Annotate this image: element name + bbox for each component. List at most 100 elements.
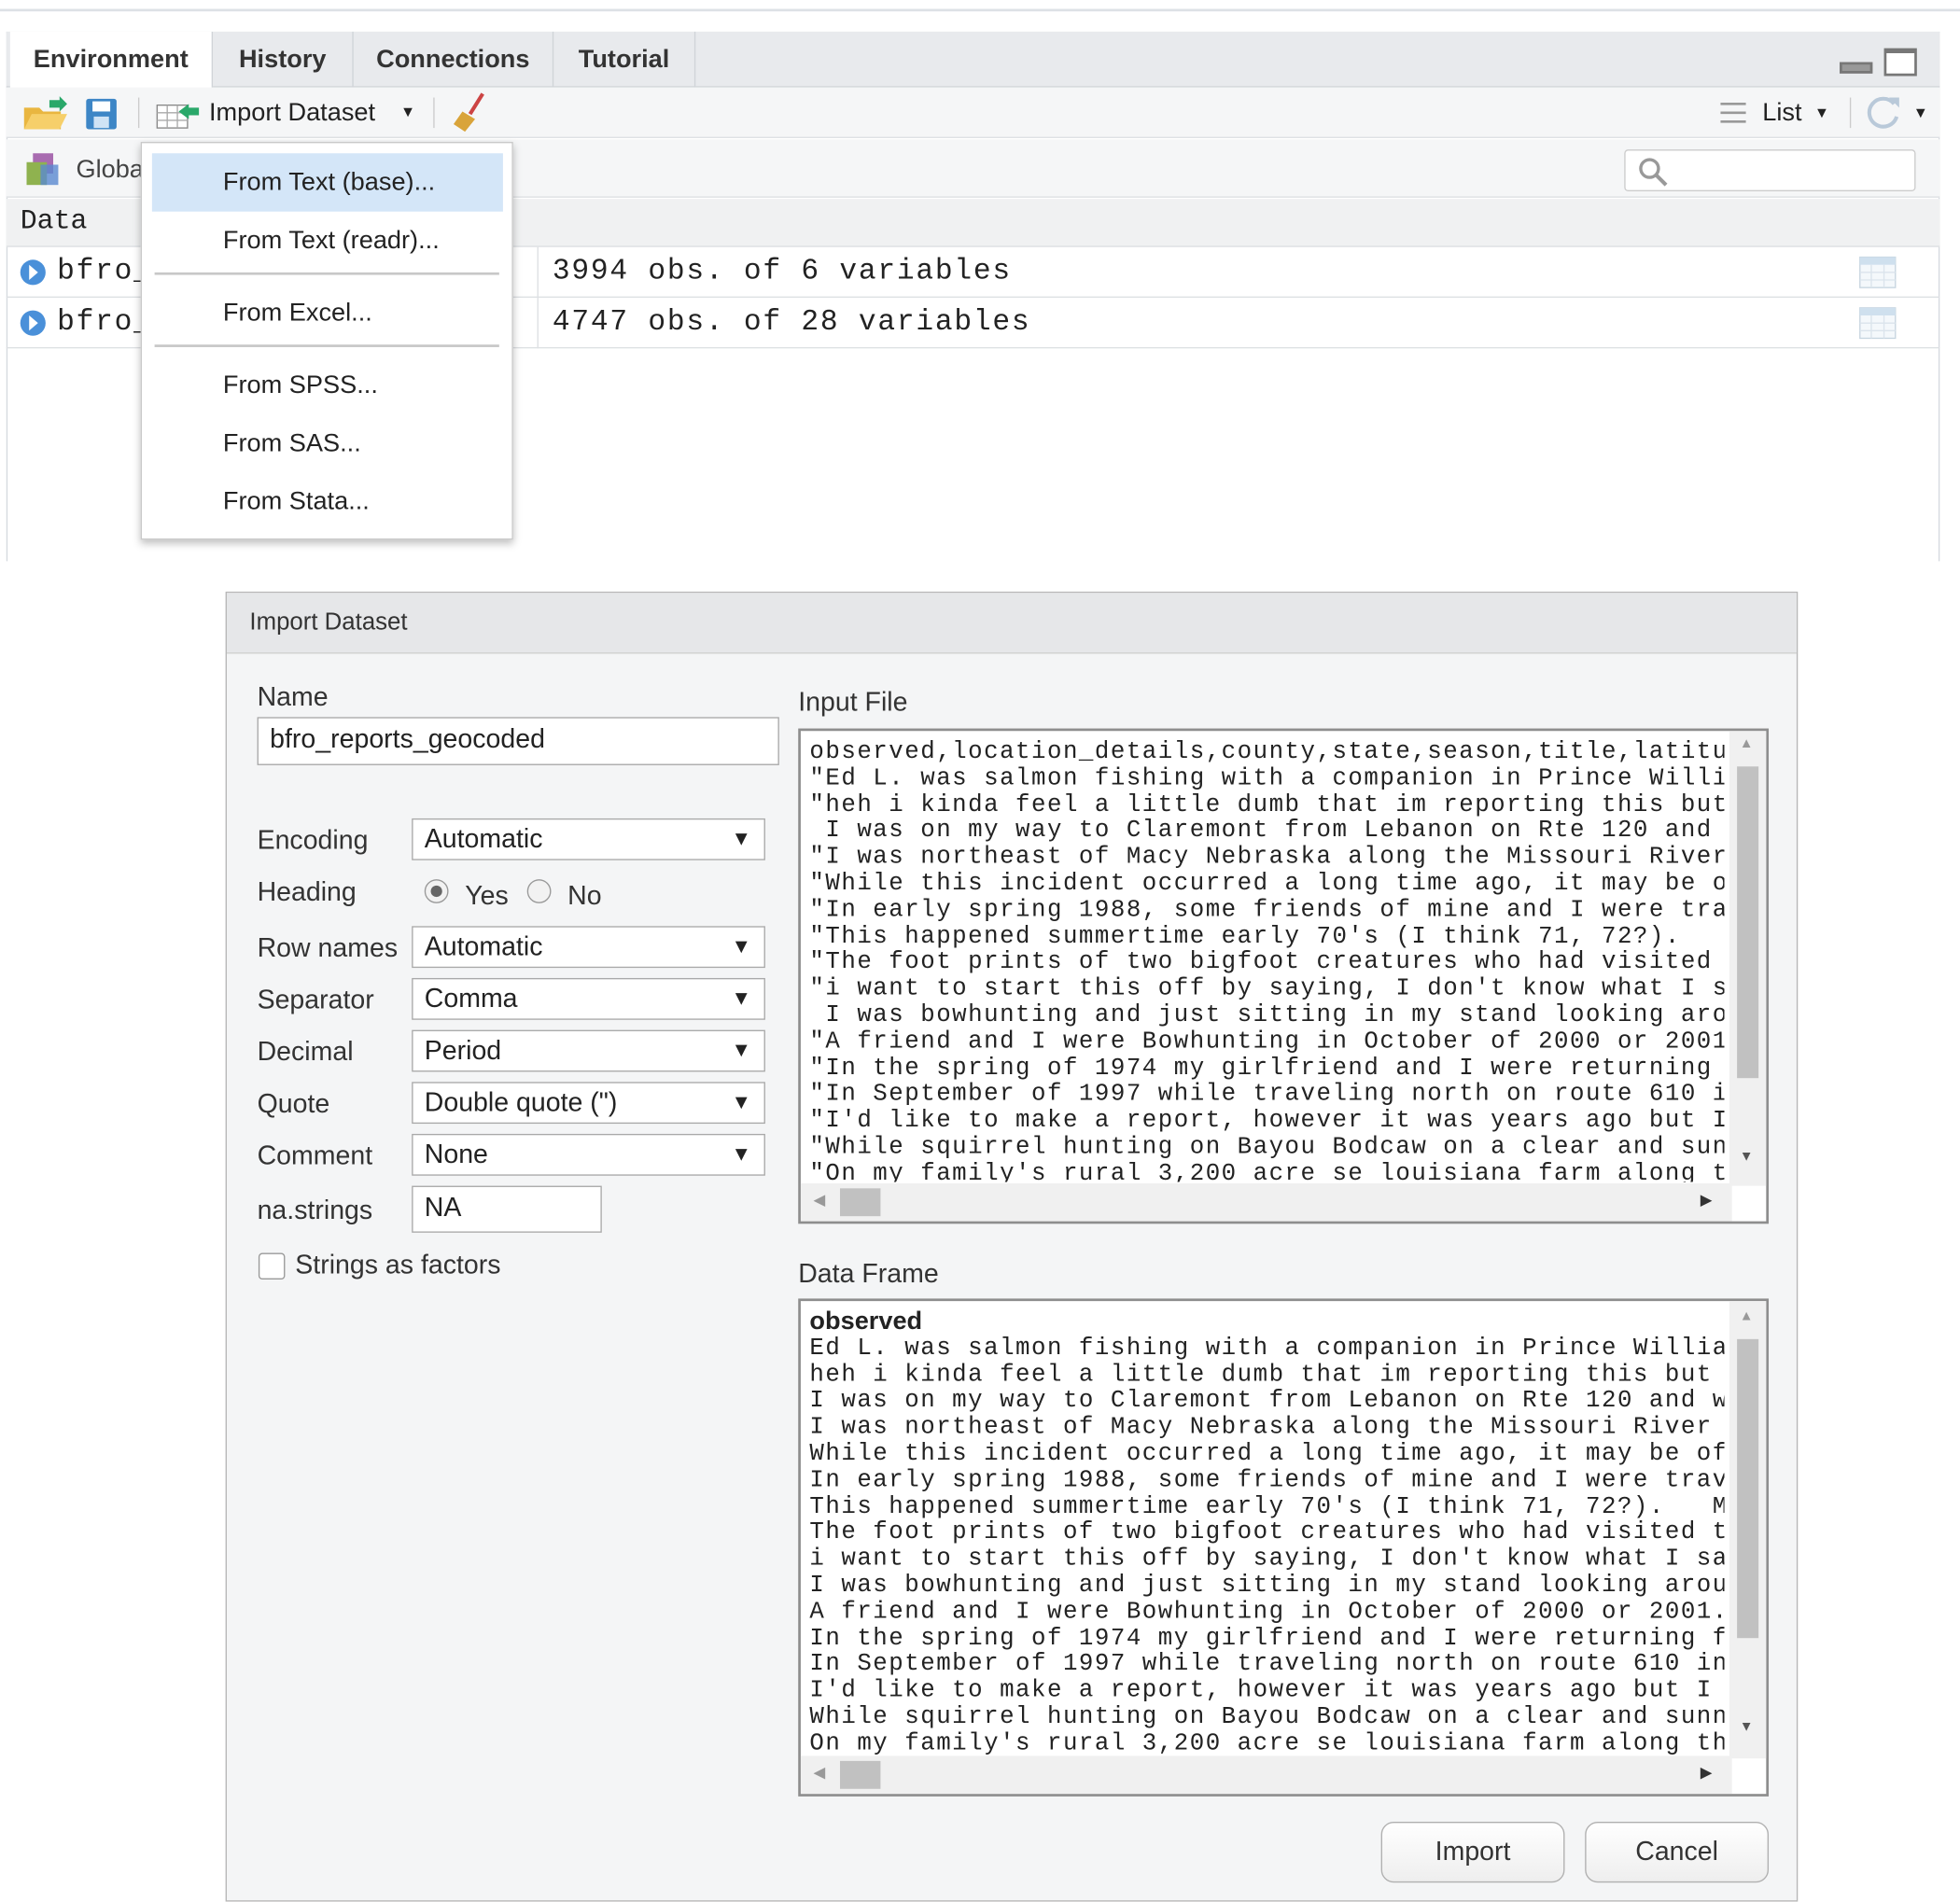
scroll-right-icon[interactable]: ▶: [1701, 1191, 1713, 1209]
scroll-up-icon[interactable]: ▲: [1740, 1308, 1754, 1323]
heading-label: Heading: [257, 877, 357, 907]
encoding-value: Automatic: [424, 824, 543, 854]
data-frame-text: Ed L. was salmon fishing with a companio…: [809, 1334, 1724, 1755]
grid-icon[interactable]: [1858, 256, 1897, 288]
object-value: 3994 obs. of 6 variables: [552, 254, 1012, 288]
separator-label: Separator: [257, 986, 374, 1015]
quote-select[interactable]: Double quote (") ▼: [412, 1082, 765, 1125]
separator-select[interactable]: Comma ▼: [412, 977, 765, 1020]
search-input[interactable]: [1624, 149, 1916, 191]
import-button[interactable]: Import: [1380, 1822, 1565, 1883]
heading-yes-radio[interactable]: [424, 879, 449, 903]
comment-select[interactable]: None ▼: [412, 1133, 765, 1176]
grid-icon[interactable]: [1858, 307, 1897, 340]
broom-icon[interactable]: [450, 91, 490, 134]
column-divider: [537, 298, 539, 349]
scrollbar-thumb[interactable]: [1737, 1338, 1759, 1639]
refresh-icon[interactable]: [1865, 93, 1903, 132]
column-divider: [537, 246, 539, 299]
decimal-value: Period: [424, 1036, 502, 1066]
toolbar-divider: [137, 97, 140, 129]
menu-item-from-sas[interactable]: From SAS...: [152, 414, 503, 472]
menu-item-from-text-base[interactable]: From Text (base)...: [151, 153, 503, 212]
list-icon: [1720, 102, 1746, 123]
row-names-select[interactable]: Automatic ▼: [412, 926, 765, 969]
encoding-label: Encoding: [257, 826, 369, 856]
dropdown-arrow-icon: ▼: [731, 936, 751, 958]
vertical-scrollbar[interactable]: ▲ ▼: [1729, 1301, 1767, 1759]
na-strings-input[interactable]: NA: [412, 1185, 602, 1233]
data-frame-preview[interactable]: observed Ed L. was salmon fishing with a …: [798, 1298, 1770, 1797]
scroll-up-icon[interactable]: ▲: [1740, 736, 1754, 751]
open-folder-icon[interactable]: [21, 95, 70, 133]
object-value: 4747 obs. of 28 variables: [552, 305, 1031, 339]
heading-yes-label: Yes: [465, 881, 509, 912]
menu-separator: [154, 344, 499, 347]
row-names-value: Automatic: [424, 932, 543, 962]
data-frame-content: observed Ed L. was salmon fishing with a …: [809, 1308, 1724, 1755]
chevron-down-icon: ▼: [1813, 104, 1830, 122]
import-dataset-label: Import Dataset: [208, 98, 376, 127]
save-icon[interactable]: [85, 98, 118, 131]
vertical-scrollbar[interactable]: ▲ ▼: [1729, 731, 1767, 1186]
scroll-left-icon[interactable]: ◀: [813, 1764, 825, 1782]
object-name: bfro_: [57, 254, 153, 288]
menu-item-from-stata[interactable]: From Stata...: [152, 472, 503, 530]
menu-separator: [154, 272, 499, 275]
cancel-button[interactable]: Cancel: [1585, 1822, 1770, 1883]
environment-toolbar: Import Dataset ▼ List ▼ ▼: [6, 87, 1940, 138]
scrollbar-thumb[interactable]: [840, 1760, 881, 1789]
scroll-down-icon[interactable]: ▼: [1740, 1719, 1754, 1734]
object-name: bfro_: [57, 305, 153, 339]
tab-connections[interactable]: Connections: [354, 31, 554, 88]
maximize-icon[interactable]: [1883, 48, 1917, 77]
menu-item-from-text-readr[interactable]: From Text (readr)...: [152, 212, 503, 270]
comment-value: None: [424, 1140, 488, 1169]
chevron-down-icon[interactable]: ▼: [1913, 104, 1928, 121]
toolbar-divider: [433, 97, 435, 129]
scroll-left-icon[interactable]: ◀: [813, 1191, 825, 1209]
na-strings-label: na.strings: [257, 1196, 373, 1225]
menu-item-from-spss[interactable]: From SPSS...: [152, 356, 503, 413]
dropdown-arrow-icon: ▼: [731, 1092, 751, 1114]
strings-as-factors-checkbox[interactable]: [258, 1252, 286, 1280]
scrollbar-thumb[interactable]: [1737, 766, 1759, 1079]
name-input[interactable]: bfro_reports_geocoded: [257, 717, 779, 765]
row-names-label: Row names: [257, 933, 399, 963]
dropdown-arrow-icon: ▼: [731, 1143, 751, 1166]
minimize-icon[interactable]: [1840, 62, 1873, 74]
view-mode-dropdown[interactable]: List: [1762, 99, 1801, 128]
separator-value: Comma: [424, 984, 518, 1014]
horizontal-scrollbar[interactable]: ◀ ▶: [800, 1182, 1732, 1222]
decimal-label: Decimal: [257, 1037, 354, 1067]
decimal-select[interactable]: Period ▼: [412, 1029, 765, 1072]
heading-no-radio[interactable]: [526, 879, 552, 903]
name-label: Name: [257, 682, 329, 712]
scrollbar-thumb[interactable]: [840, 1188, 881, 1217]
scroll-down-icon[interactable]: ▼: [1740, 1149, 1754, 1164]
tab-tutorial[interactable]: Tutorial: [553, 31, 696, 88]
import-dataset-button[interactable]: Import Dataset ▼: [156, 90, 422, 135]
pane-tabs: Environment History Connections Tutorial: [6, 31, 1940, 90]
tab-history[interactable]: History: [213, 31, 354, 88]
expand-icon[interactable]: [18, 258, 49, 288]
quote-label: Quote: [257, 1089, 330, 1119]
scroll-right-icon[interactable]: ▶: [1701, 1764, 1713, 1782]
quote-value: Double quote ("): [424, 1088, 618, 1118]
strings-as-factors-label: Strings as factors: [295, 1250, 501, 1280]
input-file-label: Input File: [798, 688, 908, 718]
tab-environment[interactable]: Environment: [9, 31, 214, 90]
menu-item-from-excel[interactable]: From Excel...: [152, 284, 503, 342]
dialog-title: Import Dataset: [226, 593, 1797, 654]
input-file-preview[interactable]: observed,location_details,county,state,s…: [798, 728, 1770, 1224]
comment-label: Comment: [257, 1141, 373, 1171]
encoding-select[interactable]: Automatic ▼: [412, 818, 765, 860]
horizontal-scrollbar[interactable]: ◀ ▶: [800, 1755, 1732, 1795]
environment-icon: [26, 153, 59, 186]
expand-icon[interactable]: [18, 308, 49, 339]
import-dataset-menu: From Text (base)... From Text (readr)...…: [140, 142, 513, 540]
toolbar-divider: [1849, 97, 1852, 129]
column-header: observed: [809, 1308, 923, 1336]
import-dataset-dialog: Import Dataset Name bfro_reports_geocode…: [225, 591, 1799, 1902]
input-file-text: observed,location_details,county,state,s…: [809, 738, 1725, 1182]
